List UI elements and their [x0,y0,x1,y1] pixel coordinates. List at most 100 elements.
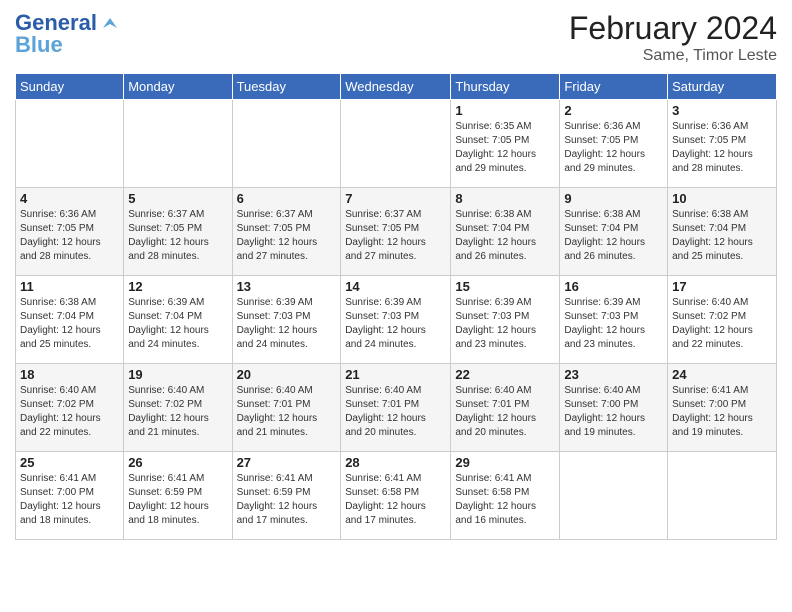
header: General Blue February 2024 Same, Timor L… [15,10,777,65]
day-number: 11 [20,279,119,294]
day-number: 19 [128,367,227,382]
day-info: Sunrise: 6:36 AMSunset: 7:05 PMDaylight:… [20,208,119,264]
calendar-cell [232,100,341,188]
calendar-cell: 17 Sunrise: 6:40 AMSunset: 7:02 PMDayligh… [668,276,777,364]
calendar-cell: 4 Sunrise: 6:36 AMSunset: 7:05 PMDaylight… [16,188,124,276]
calendar-cell: 23 Sunrise: 6:40 AMSunset: 7:00 PMDayligh… [560,364,668,452]
calendar-cell: 28 Sunrise: 6:41 AMSunset: 6:58 PMDayligh… [341,452,451,540]
day-number: 17 [672,279,772,294]
day-number: 26 [128,455,227,470]
calendar-cell: 1 Sunrise: 6:35 AMSunset: 7:05 PMDaylight… [451,100,560,188]
calendar: SundayMondayTuesdayWednesdayThursdayFrid… [15,73,777,540]
day-number: 4 [20,191,119,206]
day-info: Sunrise: 6:38 AMSunset: 7:04 PMDaylight:… [455,208,555,264]
title-section: February 2024 Same, Timor Leste [569,10,777,65]
day-info: Sunrise: 6:41 AMSunset: 6:59 PMDaylight:… [128,472,227,528]
calendar-cell [124,100,232,188]
calendar-header-friday: Friday [560,74,668,100]
day-info: Sunrise: 6:41 AMSunset: 6:59 PMDaylight:… [237,472,337,528]
calendar-cell: 5 Sunrise: 6:37 AMSunset: 7:05 PMDaylight… [124,188,232,276]
calendar-cell: 14 Sunrise: 6:39 AMSunset: 7:03 PMDayligh… [341,276,451,364]
calendar-cell: 15 Sunrise: 6:39 AMSunset: 7:03 PMDayligh… [451,276,560,364]
calendar-cell: 26 Sunrise: 6:41 AMSunset: 6:59 PMDayligh… [124,452,232,540]
calendar-body: 1 Sunrise: 6:35 AMSunset: 7:05 PMDaylight… [16,100,777,540]
calendar-cell: 29Sunrise: 6:41 AMSunset: 6:58 PMDayligh… [451,452,560,540]
calendar-week-4: 18 Sunrise: 6:40 AMSunset: 7:02 PMDayligh… [16,364,777,452]
day-number: 25 [20,455,119,470]
day-info: Sunrise: 6:40 AMSunset: 7:00 PMDaylight:… [564,384,663,440]
day-info: Sunrise: 6:38 AMSunset: 7:04 PMDaylight:… [672,208,772,264]
day-number: 9 [564,191,663,206]
calendar-cell: 9 Sunrise: 6:38 AMSunset: 7:04 PMDaylight… [560,188,668,276]
day-info: Sunrise: 6:36 AMSunset: 7:05 PMDaylight:… [564,120,663,176]
calendar-cell: 2Sunrise: 6:36 AMSunset: 7:05 PMDaylight… [560,100,668,188]
calendar-header-row: SundayMondayTuesdayWednesdayThursdayFrid… [16,74,777,100]
day-info: Sunrise: 6:37 AMSunset: 7:05 PMDaylight:… [237,208,337,264]
calendar-cell [16,100,124,188]
day-info: Sunrise: 6:41 AMSunset: 6:58 PMDaylight:… [345,472,446,528]
day-number: 12 [128,279,227,294]
day-number: 5 [128,191,227,206]
calendar-cell: 18 Sunrise: 6:40 AMSunset: 7:02 PMDayligh… [16,364,124,452]
logo-bird-icon [99,14,121,32]
calendar-cell [560,452,668,540]
day-number: 14 [345,279,446,294]
day-number: 3 [672,103,772,118]
calendar-cell: 19 Sunrise: 6:40 AMSunset: 7:02 PMDayligh… [124,364,232,452]
page: General Blue February 2024 Same, Timor L… [0,0,792,612]
day-info: Sunrise: 6:35 AMSunset: 7:05 PMDaylight:… [455,120,555,176]
day-number: 1 [455,103,555,118]
day-number: 6 [237,191,337,206]
day-info: Sunrise: 6:40 AMSunset: 7:02 PMDaylight:… [672,296,772,352]
calendar-header-sunday: Sunday [16,74,124,100]
day-number: 22 [455,367,555,382]
main-title: February 2024 [569,10,777,47]
logo: General Blue [15,10,121,58]
day-info: Sunrise: 6:39 AMSunset: 7:03 PMDaylight:… [455,296,555,352]
day-number: 15 [455,279,555,294]
calendar-header-tuesday: Tuesday [232,74,341,100]
day-info: Sunrise: 6:40 AMSunset: 7:02 PMDaylight:… [128,384,227,440]
day-number: 18 [20,367,119,382]
day-info: Sunrise: 6:40 AMSunset: 7:01 PMDaylight:… [345,384,446,440]
day-number: 8 [455,191,555,206]
day-info: Sunrise: 6:40 AMSunset: 7:02 PMDaylight:… [20,384,119,440]
subtitle: Same, Timor Leste [569,47,777,65]
day-number: 13 [237,279,337,294]
day-number: 27 [237,455,337,470]
day-number: 23 [564,367,663,382]
calendar-cell: 27 Sunrise: 6:41 AMSunset: 6:59 PMDayligh… [232,452,341,540]
calendar-cell: 6 Sunrise: 6:37 AMSunset: 7:05 PMDaylight… [232,188,341,276]
calendar-cell: 21 Sunrise: 6:40 AMSunset: 7:01 PMDayligh… [341,364,451,452]
calendar-cell: 22 Sunrise: 6:40 AMSunset: 7:01 PMDayligh… [451,364,560,452]
day-number: 28 [345,455,446,470]
calendar-cell: 12 Sunrise: 6:39 AMSunset: 7:04 PMDayligh… [124,276,232,364]
calendar-cell [341,100,451,188]
day-number: 7 [345,191,446,206]
day-number: 20 [237,367,337,382]
calendar-cell: 7 Sunrise: 6:37 AMSunset: 7:05 PMDaylight… [341,188,451,276]
calendar-week-2: 4 Sunrise: 6:36 AMSunset: 7:05 PMDaylight… [16,188,777,276]
calendar-week-1: 1 Sunrise: 6:35 AMSunset: 7:05 PMDaylight… [16,100,777,188]
day-number: 24 [672,367,772,382]
day-info: Sunrise: 6:38 AMSunset: 7:04 PMDaylight:… [564,208,663,264]
calendar-cell: 10Sunrise: 6:38 AMSunset: 7:04 PMDayligh… [668,188,777,276]
calendar-cell: 20Sunrise: 6:40 AMSunset: 7:01 PMDayligh… [232,364,341,452]
calendar-cell: 8 Sunrise: 6:38 AMSunset: 7:04 PMDaylight… [451,188,560,276]
day-number: 21 [345,367,446,382]
logo-blue: Blue [15,32,63,58]
day-info: Sunrise: 6:39 AMSunset: 7:03 PMDaylight:… [345,296,446,352]
day-info: Sunrise: 6:36 AMSunset: 7:05 PMDaylight:… [672,120,772,176]
calendar-header-saturday: Saturday [668,74,777,100]
calendar-cell: 16Sunrise: 6:39 AMSunset: 7:03 PMDayligh… [560,276,668,364]
day-info: Sunrise: 6:37 AMSunset: 7:05 PMDaylight:… [345,208,446,264]
calendar-header-wednesday: Wednesday [341,74,451,100]
day-info: Sunrise: 6:39 AMSunset: 7:04 PMDaylight:… [128,296,227,352]
calendar-cell: 24Sunrise: 6:41 AMSunset: 7:00 PMDayligh… [668,364,777,452]
calendar-cell: 3 Sunrise: 6:36 AMSunset: 7:05 PMDaylight… [668,100,777,188]
calendar-week-5: 25Sunrise: 6:41 AMSunset: 7:00 PMDayligh… [16,452,777,540]
day-info: Sunrise: 6:40 AMSunset: 7:01 PMDaylight:… [455,384,555,440]
day-info: Sunrise: 6:37 AMSunset: 7:05 PMDaylight:… [128,208,227,264]
calendar-header-monday: Monday [124,74,232,100]
calendar-cell: 11Sunrise: 6:38 AMSunset: 7:04 PMDayligh… [16,276,124,364]
